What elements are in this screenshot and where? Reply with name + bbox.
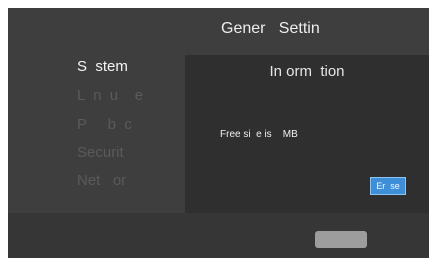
sidebar-item-system[interactable]: S stem — [77, 58, 128, 75]
sidebar: S stem L n u e P b c Securit Net or — [8, 54, 185, 214]
footer-bar — [8, 213, 429, 258]
sidebar-item-language[interactable]: L n u e — [77, 87, 143, 104]
erase-button[interactable]: Er se — [370, 177, 406, 195]
sidebar-item-network[interactable]: Net or — [77, 172, 126, 189]
panel-title: In orm tion — [269, 63, 345, 80]
sidebar-item-public[interactable]: P b c — [77, 116, 132, 133]
free-size-text: Free si e is MB — [220, 129, 298, 140]
sidebar-item-security[interactable]: Securit — [77, 144, 124, 161]
settings-screen: Gener Settin S stem L n u e P b c Securi… — [8, 8, 429, 258]
page-title: Gener Settin — [221, 20, 320, 37]
information-panel: In orm tion Free si e is MB Er se — [185, 55, 429, 213]
footer-button[interactable] — [315, 231, 367, 248]
